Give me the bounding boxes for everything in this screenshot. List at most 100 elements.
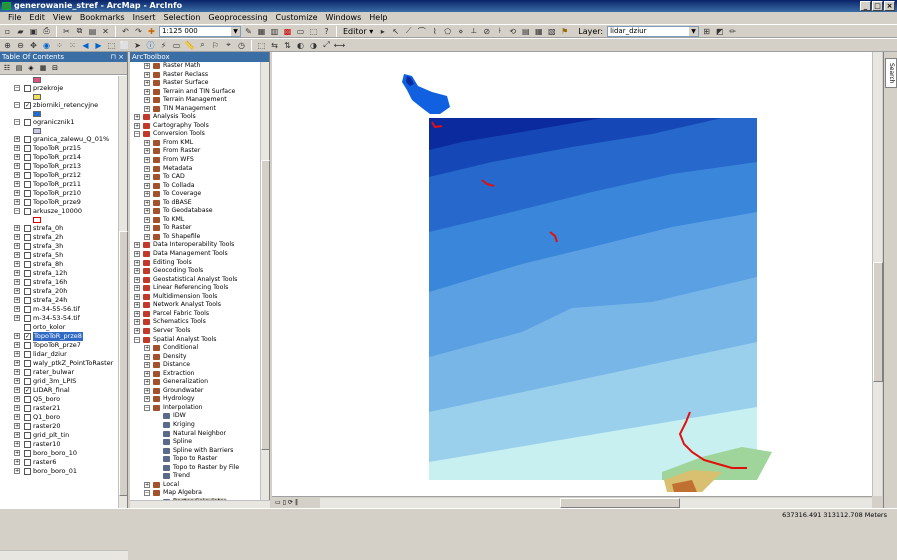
- expand-icon[interactable]: +: [144, 362, 150, 369]
- tree-item-label[interactable]: Editing Tools: [153, 259, 192, 268]
- menu-insert[interactable]: Insert: [129, 12, 160, 24]
- map-canvas[interactable]: [272, 52, 882, 496]
- find-icon[interactable]: ⌕: [197, 40, 208, 51]
- tool-item[interactable]: Spline: [130, 438, 260, 447]
- layer-visibility-checkbox[interactable]: [24, 306, 31, 313]
- attributes-icon[interactable]: ▤: [520, 26, 531, 37]
- toc-layer-row[interactable]: + TopoToR_prz12: [0, 171, 118, 180]
- collapse-icon[interactable]: −: [134, 336, 140, 343]
- measure-icon[interactable]: 📏: [184, 40, 195, 51]
- tree-item-label[interactable]: To dBASE: [163, 199, 192, 208]
- expand-icon[interactable]: +: [144, 148, 150, 155]
- edit-annotation-icon[interactable]: ↖: [390, 26, 401, 37]
- toolbox-item[interactable]: + Multidimension Tools: [130, 293, 260, 302]
- toolset-item[interactable]: + Terrain Management: [130, 96, 260, 105]
- layer-visibility-checkbox[interactable]: [24, 208, 31, 215]
- layer-name[interactable]: przekroje: [33, 84, 63, 93]
- toolset-item[interactable]: + To KML: [130, 216, 260, 225]
- tree-item-label[interactable]: Trend: [173, 472, 190, 481]
- tree-item-label[interactable]: Spatial Analyst Tools: [153, 336, 216, 345]
- toolset-item[interactable]: − Map Algebra: [130, 489, 260, 498]
- toolbox-item[interactable]: + Analysis Tools: [130, 113, 260, 122]
- table-of-contents-icon[interactable]: ▦: [256, 26, 267, 37]
- expand-icon[interactable]: +: [134, 302, 140, 309]
- expand-icon[interactable]: +: [14, 225, 20, 231]
- layer-visibility-checkbox[interactable]: [24, 243, 31, 250]
- layer-visibility-checkbox[interactable]: [24, 423, 31, 430]
- tree-item-label[interactable]: Analysis Tools: [153, 113, 196, 122]
- layer-visibility-checkbox[interactable]: [24, 459, 31, 466]
- chevron-down-icon[interactable]: ▼: [231, 26, 240, 36]
- toolset-item[interactable]: + To Geodatabase: [130, 207, 260, 216]
- expand-icon[interactable]: +: [144, 481, 150, 488]
- expand-icon[interactable]: +: [14, 252, 20, 258]
- toc-layer-row[interactable]: + granica_zalewu_Q_01%: [0, 135, 118, 144]
- toolset-item[interactable]: + Hydrology: [130, 395, 260, 404]
- layer-name[interactable]: TopoToR_prze8: [33, 332, 83, 341]
- zoom-in-icon[interactable]: ⊕: [2, 40, 13, 51]
- georef-link-icon[interactable]: ⟷: [334, 40, 345, 51]
- collapse-icon[interactable]: −: [144, 490, 150, 497]
- toc-layer-row[interactable]: + Q1_boro: [0, 413, 118, 422]
- polygon-icon[interactable]: ⬠: [442, 26, 453, 37]
- expand-icon[interactable]: +: [14, 154, 20, 160]
- toc-layer-row[interactable]: + boro_boro_01: [0, 467, 118, 476]
- list-by-drawing-order-icon[interactable]: ☷: [2, 63, 12, 73]
- toc-layer-row[interactable]: − arkusze_10000: [0, 207, 118, 216]
- expand-icon[interactable]: +: [134, 276, 140, 283]
- toc-layer-row[interactable]: − przekroje: [0, 84, 118, 93]
- python-window-icon[interactable]: ▭: [295, 26, 306, 37]
- layer-name[interactable]: Q1_boro: [33, 413, 60, 422]
- expand-icon[interactable]: +: [14, 297, 20, 303]
- toc-layer-row[interactable]: + raster6: [0, 458, 118, 467]
- toolset-item[interactable]: + To Shapefile: [130, 233, 260, 242]
- toc-layer-row[interactable]: + strefa_20h: [0, 287, 118, 296]
- layer-visibility-checkbox[interactable]: [24, 225, 31, 232]
- menu-windows[interactable]: Windows: [322, 12, 366, 24]
- expand-icon[interactable]: +: [144, 353, 150, 360]
- layer-visibility-checkbox[interactable]: [24, 396, 31, 403]
- back-icon[interactable]: ◀: [80, 40, 91, 51]
- toolbox-item[interactable]: + Data Interoperability Tools: [130, 241, 260, 250]
- toolbox-item[interactable]: + Data Management Tools: [130, 250, 260, 259]
- tree-item-label[interactable]: Kriging: [173, 421, 195, 430]
- pin-icon[interactable]: ⊓ ×: [110, 52, 124, 62]
- expand-icon[interactable]: +: [14, 351, 20, 357]
- toolset-item[interactable]: + Raster Surface: [130, 79, 260, 88]
- scrollbar-thumb[interactable]: [261, 160, 270, 450]
- layer-name[interactable]: rater_bulwar: [33, 368, 74, 377]
- go-to-xy-icon[interactable]: ⌖: [223, 40, 234, 51]
- tree-item-label[interactable]: Spline with Barriers: [173, 447, 233, 456]
- expand-icon[interactable]: +: [144, 165, 150, 172]
- toc-layer-row[interactable]: + raster10: [0, 440, 118, 449]
- expand-icon[interactable]: +: [134, 251, 140, 258]
- expand-icon[interactable]: +: [144, 208, 150, 215]
- toolset-item[interactable]: + From WFS: [130, 156, 260, 165]
- layer-name[interactable]: TopoToR_prz12: [33, 171, 81, 180]
- tree-item-label[interactable]: Metadata: [163, 165, 192, 174]
- html-popup-icon[interactable]: ▭: [171, 40, 182, 51]
- tree-item-label[interactable]: To KML: [163, 216, 184, 225]
- redo-icon[interactable]: ↷: [133, 26, 144, 37]
- toolset-item[interactable]: + Groundwater: [130, 387, 260, 396]
- maximize-button[interactable]: □: [872, 1, 883, 11]
- layer-name[interactable]: TopoToR_prz10: [33, 189, 81, 198]
- tree-item-label[interactable]: IDW: [173, 412, 186, 421]
- expand-icon[interactable]: +: [14, 279, 20, 285]
- toc-layer-row[interactable]: + strefa_16h: [0, 278, 118, 287]
- model-builder-icon[interactable]: ⬚: [308, 26, 319, 37]
- layer-visibility-checkbox[interactable]: [24, 441, 31, 448]
- pan-icon[interactable]: ✥: [28, 40, 39, 51]
- tree-item-label[interactable]: Raster Surface: [163, 79, 209, 88]
- data-view-icon[interactable]: ▭: [275, 499, 281, 506]
- toolset-item[interactable]: + Extraction: [130, 370, 260, 379]
- toc-layer-row[interactable]: + strefa_5h: [0, 251, 118, 260]
- toolset-item[interactable]: + Metadata: [130, 165, 260, 174]
- tool-item[interactable]: IDW: [130, 412, 260, 421]
- paste-icon[interactable]: ▤: [87, 26, 98, 37]
- layer-visibility-checkbox[interactable]: [24, 414, 31, 421]
- toc-layer-row[interactable]: + TopoToR_prz15: [0, 144, 118, 153]
- tree-item-label[interactable]: Network Analyst Tools: [153, 301, 221, 310]
- toc-layer-row[interactable]: + raster21: [0, 404, 118, 413]
- expand-icon[interactable]: +: [14, 360, 20, 366]
